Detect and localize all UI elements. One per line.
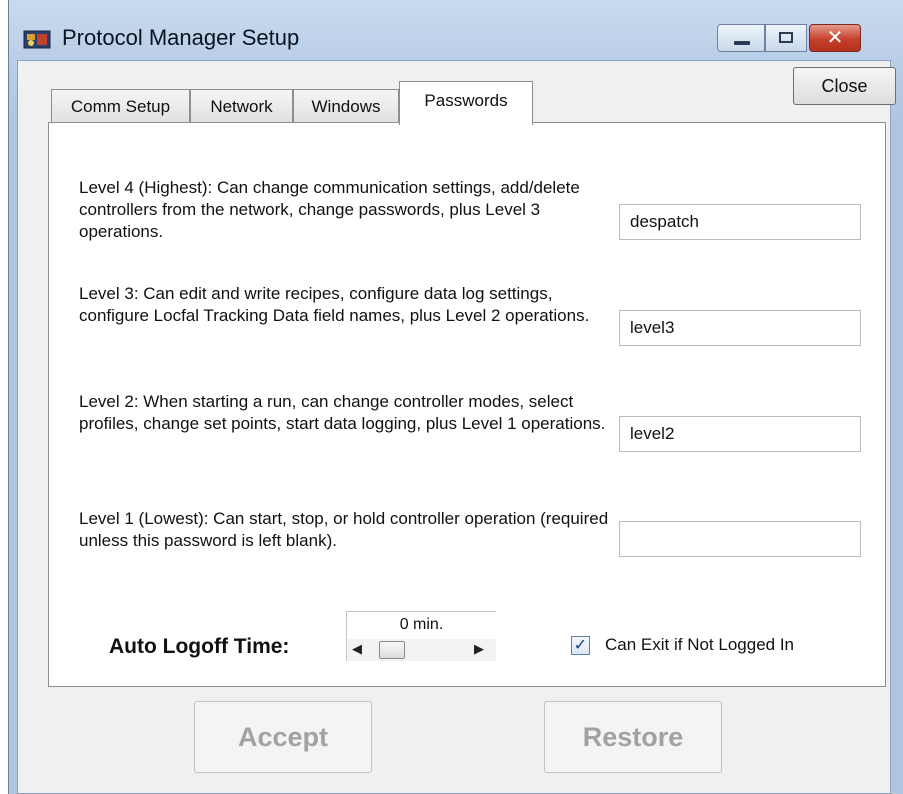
scroll-left-arrow-icon[interactable]: ◀ — [352, 641, 362, 657]
level-1-description: Level 1 (Lowest): Can start, stop, or ho… — [79, 509, 609, 550]
level-3-password-input[interactable] — [619, 310, 861, 346]
app-window: Protocol Manager Setup ✕ Close Comm Setu… — [8, 0, 903, 794]
close-button[interactable]: Close — [793, 67, 896, 105]
tab-network[interactable]: Network — [190, 89, 293, 123]
can-exit-label[interactable]: Can Exit if Not Logged In — [605, 635, 794, 655]
restore-button[interactable]: Restore — [544, 701, 722, 773]
level-2-password-input[interactable] — [619, 416, 861, 452]
tab-windows[interactable]: Windows — [293, 89, 399, 123]
can-exit-checkbox[interactable]: ✓ — [571, 636, 590, 655]
level-3-description: Level 3: Can edit and write recipes, con… — [79, 284, 590, 325]
checkmark-icon: ✓ — [573, 637, 588, 654]
auto-logoff-label: Auto Logoff Time: — [109, 635, 290, 658]
auto-logoff-value: 0 min. — [346, 611, 496, 639]
level-4-description: Level 4 (Highest): Can change communicat… — [79, 178, 580, 241]
scroll-thumb[interactable] — [379, 641, 405, 659]
level-1-password-input[interactable] — [619, 521, 861, 557]
window-close-button[interactable]: ✕ — [809, 24, 861, 52]
tab-passwords[interactable]: Passwords — [399, 81, 533, 125]
app-icon — [23, 30, 51, 49]
auto-logoff-scrollbar[interactable]: ◀ ▶ — [346, 639, 496, 661]
level-4-password-input[interactable] — [619, 204, 861, 240]
level-2-description: Level 2: When starting a run, can change… — [79, 392, 606, 433]
maximize-button[interactable] — [765, 24, 807, 52]
accept-button[interactable]: Accept — [194, 701, 372, 773]
maximize-icon — [779, 32, 793, 43]
passwords-panel: Level 4 (Highest): Can change communicat… — [48, 122, 886, 687]
minimize-button[interactable] — [717, 24, 765, 52]
minimize-icon — [734, 41, 750, 45]
scroll-right-arrow-icon[interactable]: ▶ — [474, 641, 484, 657]
tab-comm-setup[interactable]: Comm Setup — [51, 89, 190, 123]
close-icon: ✕ — [826, 27, 844, 49]
dialog-client-area: Close Comm Setup Network Windows Passwor… — [17, 60, 896, 794]
window-title: Protocol Manager Setup — [62, 25, 300, 50]
